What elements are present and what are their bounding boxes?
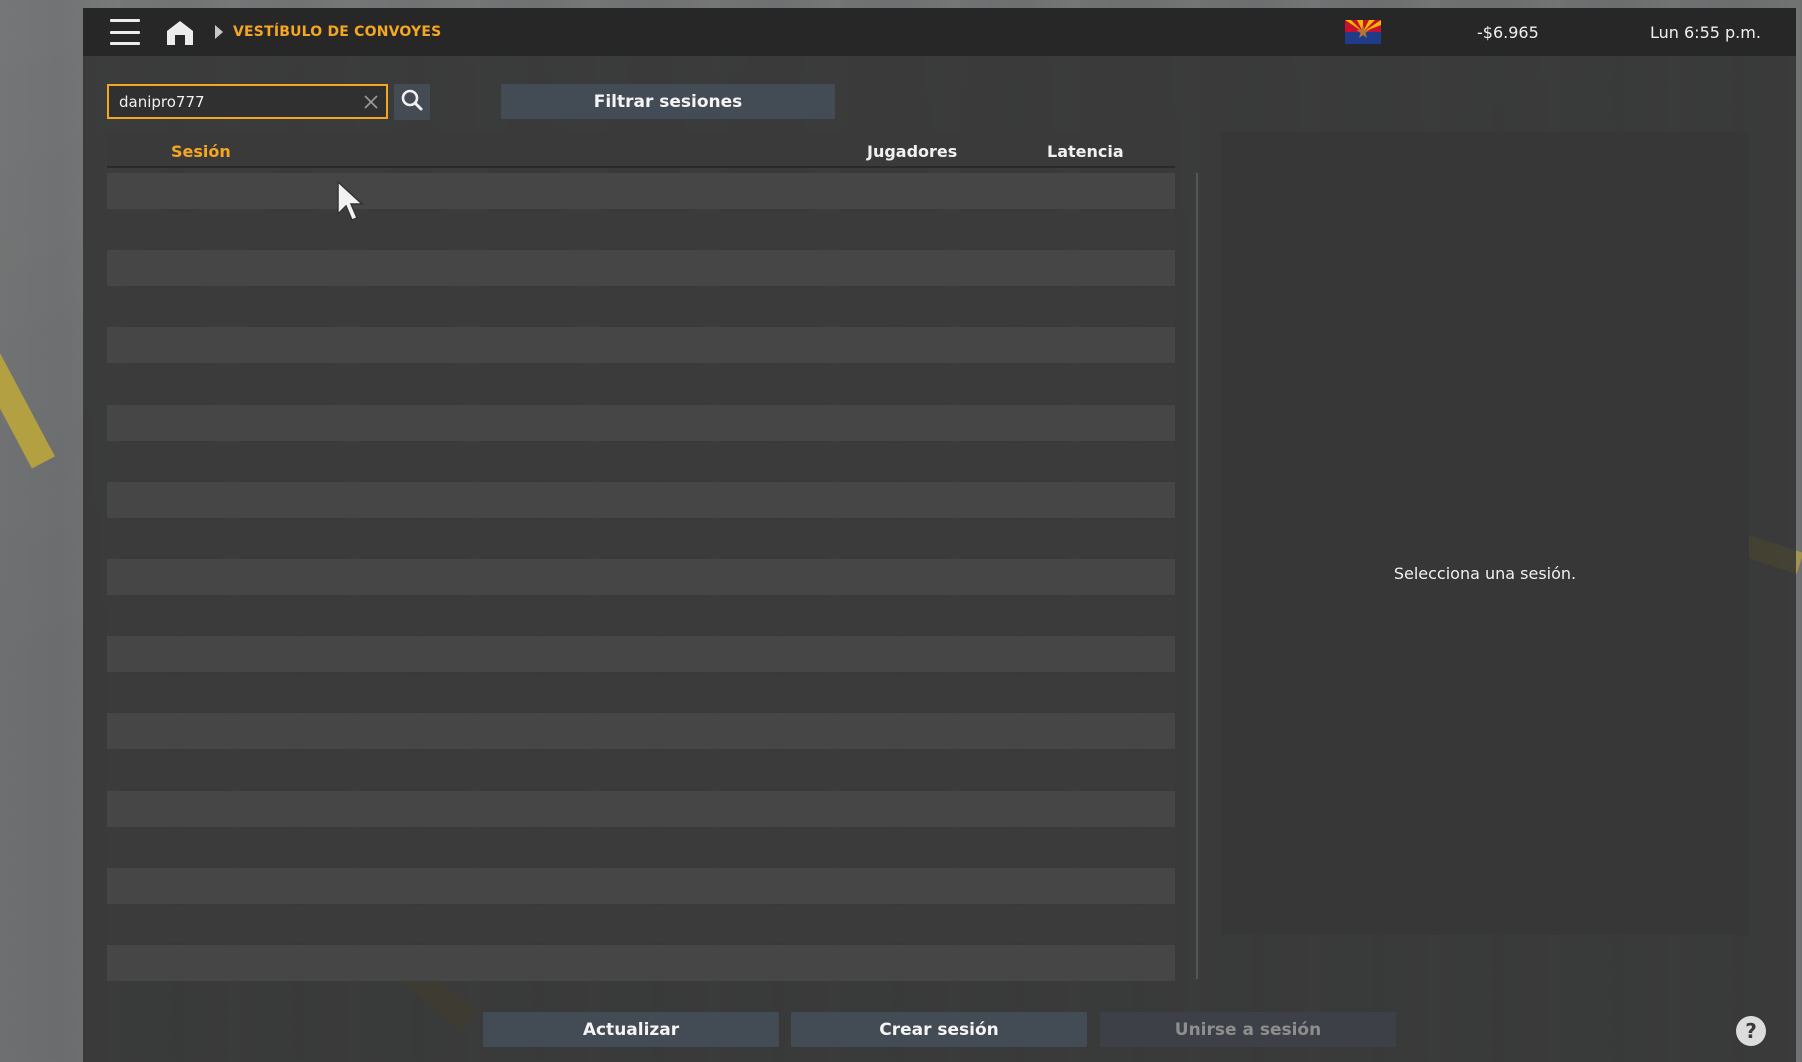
table-row[interactable]	[107, 520, 1175, 557]
breadcrumb[interactable]: VESTÍBULO DE CONVOYES	[233, 24, 441, 40]
refresh-button[interactable]: Actualizar	[483, 1012, 779, 1047]
floor-marking	[0, 191, 55, 469]
search-icon	[400, 88, 424, 116]
filter-sessions-button[interactable]: Filtrar sesiones	[501, 84, 835, 119]
column-session[interactable]: Sesión	[171, 142, 231, 161]
table-row[interactable]	[107, 365, 1175, 402]
mouse-cursor-icon	[336, 180, 366, 224]
table-row[interactable]	[107, 751, 1175, 788]
money-balance: -$6.965	[1477, 23, 1539, 42]
table-row[interactable]	[107, 867, 1175, 904]
help-icon[interactable]: ?	[1736, 1016, 1766, 1046]
table-row[interactable]	[107, 829, 1175, 866]
table-header: Sesión Jugadores Latencia	[107, 132, 1175, 168]
table-row[interactable]	[107, 944, 1175, 981]
table-row[interactable]	[107, 173, 1175, 209]
join-session-button[interactable]: Unirse a sesión	[1100, 1012, 1396, 1047]
table-row[interactable]	[107, 211, 1175, 248]
table-row[interactable]	[107, 558, 1175, 595]
create-session-button[interactable]: Crear sesión	[791, 1012, 1087, 1047]
empty-selection-text: Selecciona una sesión.	[1393, 564, 1577, 583]
column-players[interactable]: Jugadores	[867, 142, 957, 161]
close-icon[interactable]	[363, 94, 379, 110]
table-row[interactable]	[107, 327, 1175, 364]
session-detail-panel: Selecciona una sesión.	[1221, 132, 1749, 935]
table-row[interactable]	[107, 288, 1175, 325]
column-latency[interactable]: Latencia	[1047, 142, 1124, 161]
table-row[interactable]	[107, 790, 1175, 827]
chevron-right-icon	[215, 25, 223, 39]
game-clock: Lun 6:55 p.m.	[1650, 23, 1761, 42]
arizona-flag-icon	[1345, 20, 1381, 44]
table-row[interactable]	[107, 713, 1175, 750]
table-row[interactable]	[107, 636, 1175, 673]
menu-icon[interactable]	[110, 19, 140, 45]
table-row[interactable]	[107, 597, 1175, 634]
table-row[interactable]	[107, 404, 1175, 441]
search-button[interactable]	[394, 84, 430, 120]
search-field[interactable]	[107, 84, 388, 119]
table-row[interactable]	[107, 250, 1175, 287]
home-icon[interactable]	[166, 20, 194, 46]
search-input[interactable]	[119, 86, 339, 117]
table-row[interactable]	[107, 674, 1175, 711]
table-row[interactable]	[107, 481, 1175, 518]
scrollbar[interactable]	[1196, 173, 1198, 979]
table-row[interactable]	[107, 906, 1175, 943]
table-row[interactable]	[107, 443, 1175, 480]
session-list	[107, 173, 1175, 983]
